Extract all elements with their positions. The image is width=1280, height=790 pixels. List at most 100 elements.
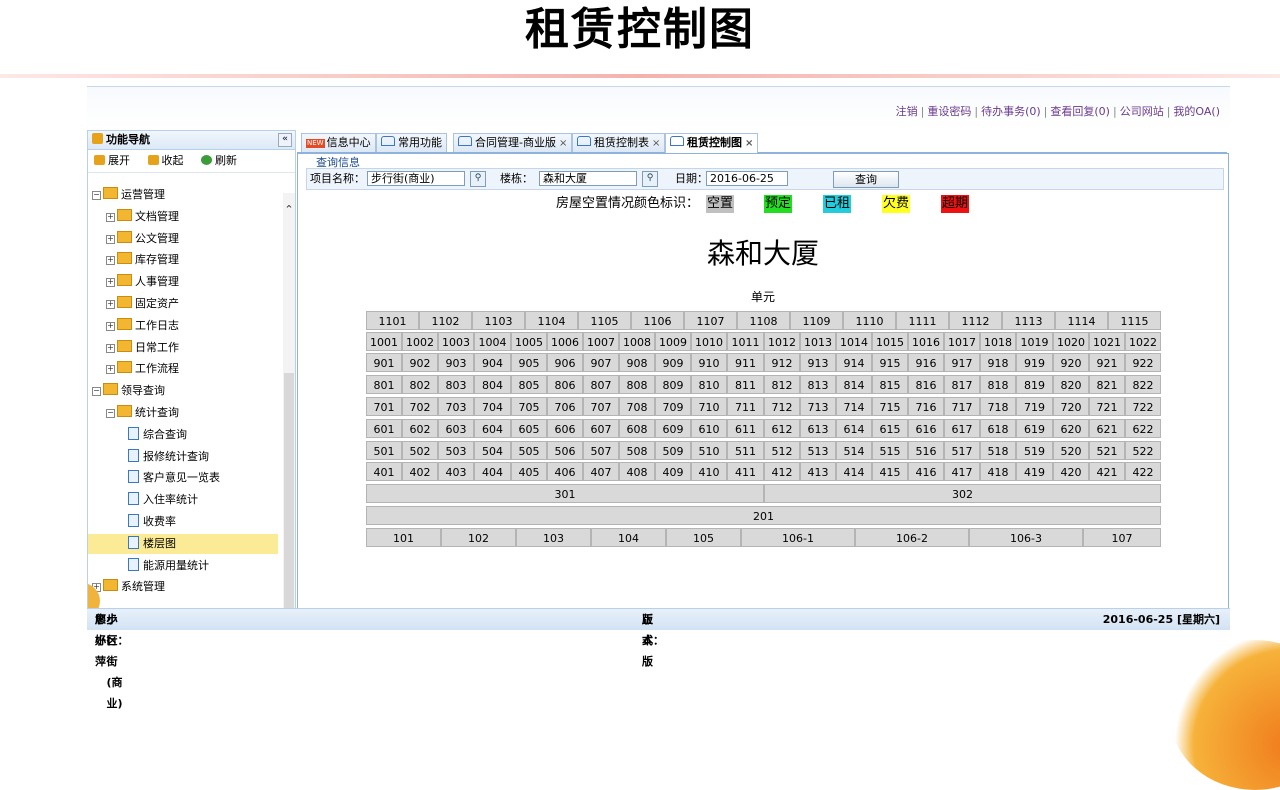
tree-toggle-icon[interactable]: − (92, 191, 101, 200)
tree-toggle-icon[interactable]: + (106, 234, 115, 244)
unit-cell[interactable]: 401 (366, 462, 402, 481)
unit-cell[interactable]: 811 (727, 375, 764, 394)
unit-cell[interactable]: 101 (366, 528, 441, 547)
unit-cell[interactable]: 106-1 (741, 528, 855, 547)
unit-cell[interactable]: 605 (511, 419, 547, 438)
tree-toggle-icon[interactable]: + (106, 278, 115, 288)
unit-cell[interactable]: 612 (764, 419, 800, 438)
tree-toggle-icon[interactable]: − (106, 409, 115, 418)
unit-cell[interactable]: 914 (836, 353, 872, 372)
unit-cell[interactable]: 502 (402, 441, 438, 460)
sidebar-scrollbar[interactable]: ⌃ (283, 193, 295, 609)
unit-cell[interactable]: 602 (402, 419, 438, 438)
unit-cell[interactable]: 106-2 (855, 528, 969, 547)
unit-cell[interactable]: 820 (1053, 375, 1089, 394)
unit-cell[interactable]: 414 (836, 462, 872, 481)
sidebar-item[interactable]: + 工作日志 (88, 316, 278, 336)
unit-cell[interactable]: 1006 (547, 332, 583, 351)
unit-cell[interactable]: 1102 (419, 311, 472, 330)
unit-cell[interactable]: 1101 (366, 311, 419, 330)
unit-cell[interactable]: 107 (1083, 528, 1161, 547)
unit-cell[interactable]: 1010 (691, 332, 727, 351)
unit-cell[interactable]: 1013 (800, 332, 836, 351)
query-button[interactable]: 查询 (833, 171, 899, 188)
unit-cell[interactable]: 617 (944, 419, 980, 438)
sidebar-item[interactable]: + 文档管理 (88, 207, 278, 227)
unit-cell[interactable]: 105 (666, 528, 741, 547)
unit-cell[interactable]: 509 (655, 441, 691, 460)
project-input[interactable] (367, 171, 465, 186)
unit-cell[interactable]: 511 (727, 441, 764, 460)
unit-cell[interactable]: 906 (547, 353, 583, 372)
sidebar-item[interactable]: 综合查询 (88, 425, 278, 445)
unit-cell[interactable]: 411 (727, 462, 764, 481)
tree-toggle-icon[interactable]: + (106, 343, 115, 353)
scroll-up-icon[interactable]: ⌃ (283, 203, 295, 216)
sidebar-item[interactable]: − 统计查询 (88, 403, 278, 423)
unit-cell[interactable]: 705 (511, 397, 547, 416)
refresh-button[interactable]: 刷新 (201, 154, 237, 167)
unit-cell[interactable]: 818 (980, 375, 1016, 394)
unit-cell[interactable]: 817 (944, 375, 980, 394)
unit-cell[interactable]: 910 (691, 353, 727, 372)
unit-cell[interactable]: 609 (655, 419, 691, 438)
unit-cell[interactable]: 701 (366, 397, 402, 416)
unit-cell[interactable]: 417 (944, 462, 980, 481)
tab-4[interactable]: 租赁控制表 × (572, 133, 666, 152)
unit-cell[interactable]: 911 (727, 353, 764, 372)
unit-cell[interactable]: 711 (727, 397, 764, 416)
unit-cell[interactable]: 901 (366, 353, 402, 372)
unit-cell[interactable]: 1020 (1053, 332, 1089, 351)
unit-cell[interactable]: 507 (583, 441, 619, 460)
unit-cell[interactable]: 1111 (896, 311, 949, 330)
unit-cell[interactable]: 616 (908, 419, 944, 438)
unit-cell[interactable]: 805 (511, 375, 547, 394)
unit-cell[interactable]: 1106 (631, 311, 684, 330)
unit-cell[interactable]: 420 (1053, 462, 1089, 481)
unit-cell[interactable]: 408 (619, 462, 655, 481)
unit-cell[interactable]: 415 (872, 462, 908, 481)
unit-cell[interactable]: 404 (474, 462, 511, 481)
unit-cell[interactable]: 1022 (1125, 332, 1161, 351)
unit-cell[interactable]: 703 (438, 397, 474, 416)
unit-cell[interactable]: 918 (980, 353, 1016, 372)
tree-toggle-icon[interactable]: + (106, 300, 115, 309)
unit-cell[interactable]: 822 (1125, 375, 1161, 394)
unit-cell[interactable]: 1107 (684, 311, 737, 330)
unit-cell[interactable]: 419 (1016, 462, 1053, 481)
unit-cell[interactable]: 505 (511, 441, 547, 460)
unit-cell[interactable]: 1115 (1108, 311, 1161, 330)
unit-cell[interactable]: 508 (619, 441, 655, 460)
sidebar-item[interactable]: 客户意见一览表 (88, 468, 278, 488)
header-link[interactable]: 注销 (896, 105, 918, 118)
sidebar-item[interactable]: − 运营管理 (88, 185, 278, 205)
unit-cell[interactable]: 106-3 (969, 528, 1083, 547)
unit-cell[interactable]: 1110 (843, 311, 896, 330)
unit-cell[interactable]: 1002 (402, 332, 438, 351)
unit-cell[interactable]: 1012 (764, 332, 800, 351)
unit-cell[interactable]: 416 (908, 462, 944, 481)
unit-cell[interactable]: 809 (655, 375, 691, 394)
unit-cell[interactable]: 601 (366, 419, 402, 438)
tree-toggle-icon[interactable]: + (106, 321, 115, 331)
unit-cell[interactable]: 1114 (1055, 311, 1108, 330)
expand-all-button[interactable]: 展开 (94, 154, 130, 167)
building-input[interactable] (539, 171, 637, 186)
header-link[interactable]: 公司网站 (1120, 105, 1164, 118)
unit-cell[interactable]: 920 (1053, 353, 1089, 372)
unit-cell[interactable]: 622 (1125, 419, 1161, 438)
unit-cell[interactable]: 301 (366, 484, 764, 503)
unit-cell[interactable]: 1019 (1016, 332, 1053, 351)
tab-5[interactable]: 租赁控制图 × (665, 133, 759, 153)
unit-cell[interactable]: 519 (1016, 441, 1053, 460)
unit-cell[interactable]: 1005 (511, 332, 547, 351)
unit-cell[interactable]: 1021 (1089, 332, 1125, 351)
unit-cell[interactable]: 104 (591, 528, 666, 547)
sidebar-item[interactable]: + 公文管理 (88, 229, 278, 249)
unit-cell[interactable]: 516 (908, 441, 944, 460)
unit-cell[interactable]: 916 (908, 353, 944, 372)
unit-cell[interactable]: 1014 (836, 332, 872, 351)
unit-cell[interactable]: 603 (438, 419, 474, 438)
unit-cell[interactable]: 619 (1016, 419, 1053, 438)
unit-cell[interactable]: 515 (872, 441, 908, 460)
